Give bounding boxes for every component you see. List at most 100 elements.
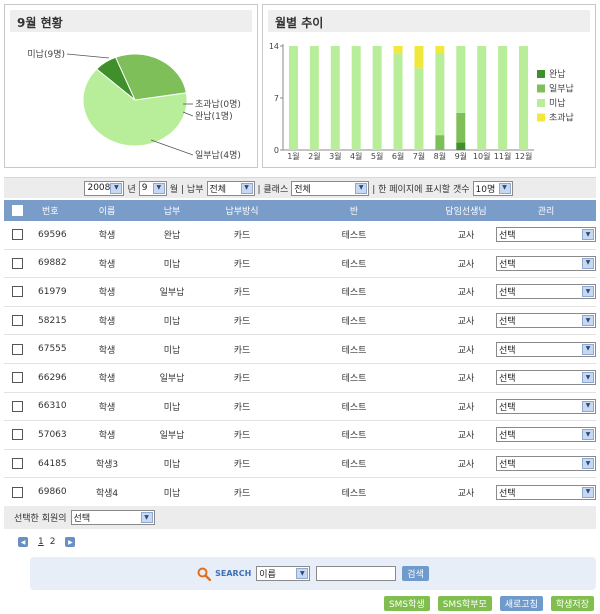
legend-swatch-unpaid bbox=[537, 99, 545, 107]
cell-method: 카드 bbox=[233, 317, 251, 328]
row-checkbox[interactable] bbox=[11, 400, 23, 412]
cell-teacher: 교사 bbox=[457, 231, 475, 242]
x-tick-label: 6월 bbox=[392, 151, 404, 161]
cell-status: 미납 bbox=[163, 345, 181, 356]
table-row: 61979 학생 일부납 카드 테스트 교사 선택 ▼ bbox=[4, 278, 596, 307]
manage-value: 선택 bbox=[499, 288, 516, 299]
year-value: 2008 bbox=[87, 183, 111, 193]
cell-class: 테스트 bbox=[341, 431, 367, 442]
search-button[interactable]: 검색 bbox=[402, 566, 429, 581]
bar-segment-unpaid bbox=[309, 46, 319, 150]
cell-status: 미납 bbox=[163, 460, 181, 471]
cell-teacher: 교사 bbox=[457, 431, 475, 442]
class-select[interactable]: 전체 ▼ bbox=[291, 180, 370, 196]
class-filter-label: | 클래스 bbox=[257, 184, 289, 195]
chevron-down-icon: ▼ bbox=[296, 568, 309, 579]
row-checkbox[interactable] bbox=[11, 486, 23, 498]
cell-status: 미납 bbox=[163, 259, 181, 270]
bulk-action-select[interactable]: 선택 ▼ bbox=[70, 510, 155, 525]
refresh-button[interactable]: 새로고침 bbox=[499, 596, 543, 611]
manage-value: 선택 bbox=[499, 317, 516, 328]
cell-status: 일부납 bbox=[159, 374, 185, 385]
manage-select[interactable]: 선택 ▼ bbox=[496, 427, 596, 443]
page-1-link[interactable]: 1 bbox=[38, 537, 44, 547]
sms-student-button[interactable]: SMS학생 bbox=[383, 596, 430, 611]
arrow-right-icon[interactable]: ▶ bbox=[65, 537, 76, 547]
chevron-down-icon: ▼ bbox=[498, 182, 511, 194]
bar-segment-paid bbox=[456, 142, 466, 150]
save-student-button[interactable]: 학생저장 bbox=[550, 596, 594, 611]
x-tick-label: 4월 bbox=[350, 151, 362, 161]
arrow-left-icon[interactable]: ◀ bbox=[18, 537, 28, 547]
action-buttons: SMS학생 SMS학부모 새로고침 학생저장 bbox=[383, 596, 594, 611]
cell-method: 카드 bbox=[233, 431, 251, 442]
monthly-status-panel: 9월 현황 미납(9명) 초과납(0명) 완납(1명) 일부납(4명) bbox=[4, 4, 258, 168]
cell-status: 미납 bbox=[163, 488, 181, 499]
manage-select[interactable]: 선택 ▼ bbox=[496, 255, 596, 271]
cell-number: 66310 bbox=[38, 401, 67, 412]
manage-select[interactable]: 선택 ▼ bbox=[496, 398, 596, 414]
per-page-select[interactable]: 10명 ▼ bbox=[472, 180, 513, 196]
x-tick-label: 7월 bbox=[413, 151, 425, 161]
chevron-down-icon: ▼ bbox=[110, 182, 123, 194]
row-checkbox[interactable] bbox=[11, 229, 23, 241]
pie-label-partial: 일부납(4명) bbox=[195, 150, 241, 161]
manage-select[interactable]: 선택 ▼ bbox=[496, 313, 596, 329]
pie-label-overpaid: 초과납(0명) bbox=[195, 99, 241, 110]
cell-method: 카드 bbox=[233, 259, 251, 270]
cell-class: 테스트 bbox=[341, 460, 367, 471]
bar-segment-unpaid bbox=[330, 46, 340, 150]
row-checkbox[interactable] bbox=[11, 343, 23, 355]
manage-select[interactable]: 선택 ▼ bbox=[496, 456, 596, 472]
filter-bar: 2008 ▼ 년 9 ▼ 월 | 납부 전체 ▼ | 클래스 전체 ▼ | 한 페이지에… bbox=[4, 177, 596, 198]
legend-label-unpaid: 미납 bbox=[549, 98, 566, 109]
cell-method: 카드 bbox=[233, 402, 251, 413]
chevron-down-icon: ▼ bbox=[140, 512, 153, 523]
row-checkbox[interactable] bbox=[11, 372, 23, 384]
x-tick-label: 3월 bbox=[329, 151, 341, 161]
bar-segment-unpaid bbox=[393, 53, 403, 150]
manage-value: 선택 bbox=[499, 460, 516, 471]
magnifier-icon bbox=[197, 567, 212, 581]
row-checkbox[interactable] bbox=[11, 315, 23, 327]
sms-parent-button[interactable]: SMS학부모 bbox=[437, 596, 492, 611]
chevron-down-icon: ▼ bbox=[582, 486, 594, 498]
row-checkbox[interactable] bbox=[11, 458, 23, 470]
header-method: 납부방식 bbox=[225, 207, 259, 217]
manage-select[interactable]: 선택 ▼ bbox=[496, 370, 596, 386]
header-manage: 관리 bbox=[537, 207, 555, 217]
manage-select[interactable]: 선택 ▼ bbox=[496, 227, 596, 243]
cell-number: 67555 bbox=[38, 344, 67, 355]
x-tick-label: 2월 bbox=[308, 151, 320, 161]
cell-teacher: 교사 bbox=[457, 488, 475, 499]
pay-status-select[interactable]: 전체 ▼ bbox=[206, 180, 255, 196]
manage-value: 선택 bbox=[499, 259, 516, 270]
chevron-down-icon: ▼ bbox=[152, 182, 165, 194]
manage-select[interactable]: 선택 ▼ bbox=[496, 484, 596, 500]
year-unit: 년 bbox=[127, 184, 136, 195]
cell-class: 테스트 bbox=[341, 288, 367, 299]
cell-name: 학생 bbox=[98, 231, 116, 242]
cell-class: 테스트 bbox=[341, 231, 367, 242]
select-all-checkbox[interactable] bbox=[11, 205, 23, 216]
row-checkbox[interactable] bbox=[11, 429, 23, 441]
manage-select[interactable]: 선택 ▼ bbox=[496, 341, 596, 357]
table-row: 69882 학생 미납 카드 테스트 교사 선택 ▼ bbox=[4, 250, 596, 279]
cell-number: 66296 bbox=[38, 372, 67, 383]
x-tick-label: 8월 bbox=[434, 151, 446, 161]
bar-segment-unpaid bbox=[477, 46, 487, 150]
cell-name: 학생 bbox=[98, 402, 116, 413]
year-select[interactable]: 2008 ▼ bbox=[84, 180, 125, 196]
row-checkbox[interactable] bbox=[11, 257, 23, 269]
month-value: 9 bbox=[141, 183, 148, 193]
page-2-link[interactable]: 2 bbox=[50, 537, 56, 547]
bar-segment-overpaid bbox=[393, 46, 403, 54]
bar-segment-partial bbox=[456, 112, 466, 143]
manage-select[interactable]: 선택 ▼ bbox=[496, 284, 596, 300]
search-input[interactable] bbox=[316, 566, 397, 581]
table-row: 58215 학생 미납 카드 테스트 교사 선택 ▼ bbox=[4, 307, 596, 336]
bar-segment-unpaid bbox=[456, 46, 466, 113]
month-select[interactable]: 9 ▼ bbox=[138, 180, 167, 196]
row-checkbox[interactable] bbox=[11, 286, 23, 298]
search-field-select[interactable]: 이름 ▼ bbox=[256, 566, 311, 581]
